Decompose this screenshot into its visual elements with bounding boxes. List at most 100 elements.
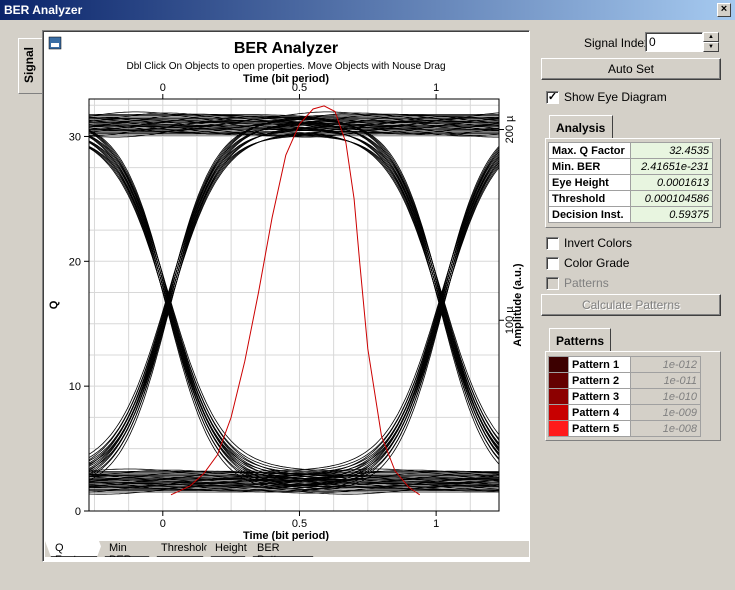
tab-signal[interactable]: Signal <box>18 38 42 94</box>
spin-up-icon[interactable]: ▲ <box>703 32 719 42</box>
invert-colors-label: Invert Colors <box>564 236 633 250</box>
pattern-value: 1e-011 <box>630 372 701 389</box>
y-right-tick-label: 100 µ <box>504 306 516 334</box>
pattern-color-swatch[interactable] <box>548 372 569 389</box>
analysis-value[interactable]: 0.59375 <box>630 206 713 223</box>
analysis-table: Max. Q Factor 32.4535 Min. BER 2.41651e-231… <box>548 142 713 223</box>
eye-trace <box>89 131 499 475</box>
analysis-value[interactable]: 0.000104586 <box>630 190 713 207</box>
eye-trace <box>89 134 499 465</box>
invert-colors-checkbox[interactable] <box>546 237 559 250</box>
chart-tab[interactable]: Q Factor <box>45 541 103 557</box>
x-axis-label-top: Time (bit period) <box>243 73 329 85</box>
pattern-value: 1e-009 <box>630 404 701 421</box>
eye-trace <box>89 130 499 474</box>
chart-tab[interactable]: Height <box>205 541 251 557</box>
window-title: BER Analyzer <box>0 0 735 20</box>
tab-analysis[interactable]: Analysis <box>549 115 613 139</box>
tab-signal-label: Signal <box>22 46 36 83</box>
eye-trace <box>89 123 499 454</box>
x-tick-label-top: 1 <box>433 82 439 94</box>
eye-trace <box>89 114 499 435</box>
chart-panel[interactable]: BER Analyzer Dbl Click On Objects to open… <box>42 30 530 562</box>
patterns-table: Pattern 1 1e-012 Pattern 2 1e-011 Pattern 31… <box>548 356 701 437</box>
show-eye-checkbox[interactable]: ✓ <box>546 91 559 104</box>
chart-tab-strip: Q Factor Min BER Threshold Height BER Patter… <box>45 541 529 557</box>
pattern-color-swatch[interactable] <box>548 356 569 373</box>
eye-trace <box>89 127 499 473</box>
pattern-color-swatch[interactable] <box>548 420 569 437</box>
pattern-name: Pattern 2 <box>568 372 631 389</box>
pattern-value: 1e-012 <box>630 356 701 373</box>
eye-trace <box>89 115 499 440</box>
pattern-name: Pattern 4 <box>568 404 631 421</box>
eye-trace <box>89 131 499 456</box>
analysis-value[interactable]: 2.41651e-231 <box>630 158 713 175</box>
chart-tab[interactable]: BER Pattern <box>247 541 319 557</box>
analysis-row: Max. Q Factor 32.4535 <box>548 142 713 159</box>
y-right-tick-label: 200 µ <box>504 115 516 143</box>
analysis-value[interactable]: 0.0001613 <box>630 174 713 191</box>
pattern-value: 1e-010 <box>630 388 701 405</box>
eye-trace <box>89 129 499 476</box>
color-grade-label: Color Grade <box>564 256 630 270</box>
tab-analysis-label: Analysis <box>556 121 606 135</box>
pattern-name: Pattern 1 <box>568 356 631 373</box>
pattern-name: Pattern 3 <box>568 388 631 405</box>
pattern-row[interactable]: Pattern 2 1e-011 <box>548 372 701 389</box>
x-tick-label-top: 0.5 <box>292 82 307 94</box>
eye-trace <box>89 131 499 472</box>
analysis-row: Min. BER 2.41651e-231 <box>548 158 713 175</box>
auto-set-button[interactable]: Auto Set <box>541 58 721 80</box>
pattern-color-swatch[interactable] <box>548 388 569 405</box>
analysis-key: Decision Inst. <box>548 206 631 223</box>
patterns-checkbox[interactable] <box>546 277 559 290</box>
spin-down-icon[interactable]: ▼ <box>703 42 719 52</box>
calculate-patterns-button[interactable]: Calculate Patterns <box>541 294 721 316</box>
eye-trace <box>89 147 499 475</box>
plot-area[interactable] <box>88 98 500 512</box>
signal-index-spinner[interactable]: ▲ ▼ <box>703 32 719 52</box>
y-axis-label: Q <box>48 300 60 309</box>
eye-traces <box>89 111 499 495</box>
y-tick-label: 20 <box>69 256 81 268</box>
signal-index-label: Signal Index: <box>584 36 654 50</box>
y-tick-label: 0 <box>75 506 81 518</box>
analysis-key: Min. BER <box>548 158 631 175</box>
analysis-row: Eye Height 0.0001613 <box>548 174 713 191</box>
eye-trace <box>89 129 499 475</box>
signal-index-input[interactable]: 0 <box>645 32 703 52</box>
analysis-key: Threshold <box>548 190 631 207</box>
chart-properties-icon-detail <box>51 43 59 47</box>
x-tick-label-bottom: 0.5 <box>292 518 307 530</box>
eye-trace <box>89 120 499 445</box>
pattern-row[interactable]: Pattern 1 1e-012 <box>548 356 701 373</box>
chart-tab[interactable]: Threshold <box>151 541 209 557</box>
eye-trace <box>89 130 499 472</box>
analysis-value[interactable]: 32.4535 <box>630 142 713 159</box>
x-tick-label-top: 0 <box>160 82 166 94</box>
pattern-row[interactable]: Pattern 5 1e-008 <box>548 420 701 437</box>
tab-patterns[interactable]: Patterns <box>549 328 611 352</box>
chart-tab[interactable]: Min BER <box>99 541 155 557</box>
tab-patterns-label: Patterns <box>556 334 605 348</box>
patterns-label: Patterns <box>564 276 609 290</box>
y-tick-label: 30 <box>69 131 81 143</box>
analysis-row: Threshold 0.000104586 <box>548 190 713 207</box>
analysis-key: Max. Q Factor <box>548 142 631 159</box>
pattern-name: Pattern 5 <box>568 420 631 437</box>
y-tick-label: 10 <box>69 381 81 393</box>
chart-title: BER Analyzer <box>234 40 338 57</box>
analysis-key: Eye Height <box>548 174 631 191</box>
color-grade-checkbox[interactable] <box>546 257 559 270</box>
analysis-row: Decision Inst. 0.59375 <box>548 206 713 223</box>
pattern-row[interactable]: Pattern 3 1e-010 <box>548 388 701 405</box>
eye-trace <box>89 153 499 481</box>
close-button[interactable]: × <box>717 3 731 17</box>
eye-diagram-chart[interactable]: BER Analyzer Dbl Click On Objects to open… <box>43 31 529 543</box>
pattern-color-swatch[interactable] <box>548 404 569 421</box>
pattern-row[interactable]: Pattern 4 1e-009 <box>548 404 701 421</box>
eye-trace <box>89 129 499 459</box>
chart-subtitle: Dbl Click On Objects to open properties.… <box>126 61 445 72</box>
x-tick-label-bottom: 1 <box>433 518 439 530</box>
